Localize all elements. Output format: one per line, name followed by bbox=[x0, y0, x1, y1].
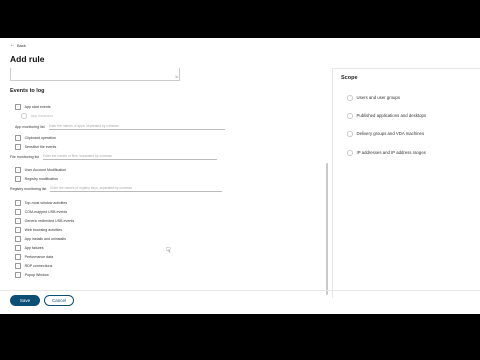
scope-item-label: Delivery groups and VDA machines bbox=[356, 131, 425, 137]
scope-item-label: Users and user groups bbox=[356, 95, 400, 101]
checkbox-label: Performance data bbox=[24, 254, 54, 259]
checkbox-label: RDP connections bbox=[24, 263, 53, 268]
checkbox-sensitive-file[interactable]: Sensitive file events bbox=[15, 144, 56, 150]
checkbox-app-start[interactable]: App start events bbox=[15, 104, 51, 110]
scope-item-label: IP addresses and IP address ranges bbox=[356, 150, 426, 156]
radio-icon[interactable] bbox=[347, 150, 353, 156]
checkbox-registry[interactable]: Registry modification bbox=[15, 176, 58, 182]
checkbox-icon[interactable] bbox=[15, 263, 21, 269]
checkbox-icon[interactable] bbox=[15, 254, 21, 260]
checkbox-web-browsing[interactable]: Web browsing activities bbox=[15, 227, 62, 233]
checkbox-app-installs[interactable]: App installs and uninstalls bbox=[15, 236, 66, 242]
scope-item-published-apps[interactable]: Published applications and desktops bbox=[347, 113, 426, 119]
checkbox-icon[interactable] bbox=[15, 135, 21, 141]
events-panel: ⇲ Events to log App start events App ins… bbox=[0, 68, 330, 295]
checkbox-label: Top-most window activities bbox=[24, 200, 68, 205]
checkbox-label: App failures bbox=[24, 245, 44, 250]
radio-app-instances[interactable]: App instances bbox=[21, 113, 53, 119]
events-scrollbar[interactable] bbox=[326, 163, 328, 295]
footer-divider bbox=[0, 290, 480, 291]
checkbox-icon[interactable] bbox=[15, 167, 21, 173]
radio-icon[interactable] bbox=[347, 95, 353, 101]
scope-title: Scope bbox=[341, 75, 358, 81]
resize-grip-icon[interactable]: ⇲ bbox=[175, 75, 178, 79]
checkbox-icon[interactable] bbox=[15, 227, 21, 233]
checkbox-popup-window[interactable]: Popup Window bbox=[15, 272, 49, 278]
back-label: Back bbox=[17, 43, 26, 48]
file-monitoring-row: File monitoring list Enter the names of … bbox=[10, 154, 217, 160]
add-rule-screen: ← Back Add rule ⇲ Events to log App star… bbox=[0, 38, 480, 314]
scope-item-users[interactable]: Users and user groups bbox=[347, 95, 400, 101]
checkbox-label: Generic redirected USB events bbox=[24, 218, 75, 223]
checkbox-com-usb[interactable]: COM-mapped USB events bbox=[15, 209, 67, 215]
checkbox-rdp[interactable]: RDP connections bbox=[15, 263, 52, 269]
back-arrow-icon: ← bbox=[10, 42, 15, 48]
checkbox-label: COM-mapped USB events bbox=[24, 209, 68, 214]
checkbox-icon[interactable] bbox=[15, 200, 21, 206]
checkbox-label: Web browsing activities bbox=[24, 227, 63, 232]
checkbox-icon[interactable] bbox=[15, 144, 21, 150]
checkbox-generic-usb[interactable]: Generic redirected USB events bbox=[15, 218, 74, 224]
checkbox-icon[interactable] bbox=[15, 272, 21, 278]
radio-label: App instances bbox=[30, 113, 54, 118]
checkbox-icon[interactable] bbox=[15, 176, 21, 182]
checkbox-label: Clipboard operation bbox=[24, 135, 56, 140]
registry-monitoring-label: Registry monitoring list bbox=[10, 187, 47, 191]
checkbox-label: App installs and uninstalls bbox=[24, 236, 66, 241]
file-monitoring-input[interactable]: Enter the names of files, separated by c… bbox=[42, 154, 217, 160]
checkbox-app-failures[interactable]: App failures bbox=[15, 245, 44, 251]
checkbox-icon[interactable] bbox=[15, 104, 21, 110]
checkbox-label: Popup Window bbox=[24, 272, 49, 277]
scope-item-delivery-groups[interactable]: Delivery groups and VDA machines bbox=[347, 131, 424, 137]
checkbox-performance-data[interactable]: Performance data bbox=[15, 254, 53, 260]
checkbox-icon[interactable] bbox=[15, 209, 21, 215]
checkbox-top-window[interactable]: Top-most window activities bbox=[15, 200, 67, 206]
checkbox-label: Registry modification bbox=[24, 176, 58, 181]
radio-icon[interactable] bbox=[347, 131, 353, 137]
scope-item-label: Published applications and desktops bbox=[356, 113, 427, 119]
checkbox-icon[interactable] bbox=[15, 218, 21, 224]
file-monitoring-label: File monitoring list bbox=[10, 155, 39, 159]
scope-item-ip-addresses[interactable]: IP addresses and IP address ranges bbox=[347, 150, 426, 156]
registry-monitoring-input[interactable]: Enter the names of registry keys, separa… bbox=[50, 186, 223, 192]
checkbox-icon[interactable] bbox=[15, 236, 21, 242]
save-button[interactable]: Save bbox=[10, 295, 40, 306]
checkbox-icon[interactable] bbox=[15, 245, 21, 251]
checkbox-clipboard[interactable]: Clipboard operation bbox=[15, 135, 56, 141]
checkbox-user-account[interactable]: User Account Modification bbox=[15, 167, 66, 173]
radio-icon[interactable] bbox=[21, 113, 27, 119]
app-monitoring-label: App monitoring list bbox=[15, 125, 45, 129]
checkbox-label: User Account Modification bbox=[24, 167, 67, 172]
checkbox-label: App start events bbox=[24, 104, 51, 109]
checkbox-label: Sensitive file events bbox=[24, 144, 57, 149]
scope-panel: Scope Users and user groups Published ap… bbox=[332, 68, 480, 298]
registry-monitoring-row: Registry monitoring list Enter the names… bbox=[10, 186, 223, 192]
cancel-button[interactable]: Cancel bbox=[44, 295, 74, 306]
hand-cursor-icon: ☟ bbox=[166, 246, 171, 255]
description-textarea[interactable]: ⇲ bbox=[10, 68, 180, 81]
app-monitoring-input[interactable]: Enter the names of apps, separated by co… bbox=[48, 124, 225, 130]
app-monitoring-row: App monitoring list Enter the names of a… bbox=[15, 124, 225, 130]
radio-icon[interactable] bbox=[347, 113, 353, 119]
events-section-title: Events to log bbox=[10, 88, 45, 94]
back-link[interactable]: ← Back bbox=[10, 42, 26, 49]
page-title: Add rule bbox=[10, 54, 45, 64]
